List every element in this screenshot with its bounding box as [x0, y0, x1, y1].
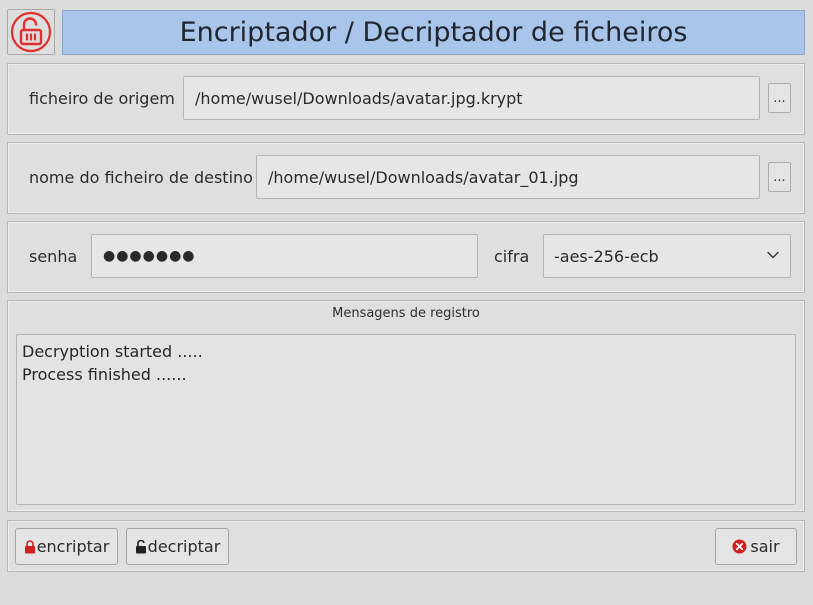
lock-icon: [24, 539, 35, 553]
decrypt-label: decriptar: [147, 537, 221, 556]
source-file-input[interactable]: /home/wusel/Downloads/avatar.jpg.krypt: [183, 76, 760, 120]
password-label: senha: [29, 247, 78, 266]
log-line: Process finished ......: [22, 365, 187, 384]
chevron-down-icon: [767, 251, 779, 259]
decrypt-button[interactable]: decriptar: [126, 528, 229, 565]
source-browse-button[interactable]: ...: [768, 83, 791, 113]
destination-label: nome do ficheiro de destino: [29, 168, 253, 187]
quit-label: sair: [750, 537, 780, 556]
unlock-icon: [10, 11, 52, 53]
destination-file-input[interactable]: /home/wusel/Downloads/avatar_01.jpg: [256, 155, 760, 199]
log-line: Decryption started .....: [22, 342, 203, 361]
cipher-select[interactable]: -aes-256-ecb: [543, 234, 791, 278]
close-circle-icon: [732, 539, 747, 554]
unlock-icon: [135, 539, 146, 553]
log-textarea[interactable]: Decryption started ..... Process finishe…: [16, 334, 796, 505]
log-group-title: Mensagens de registro: [332, 306, 480, 321]
password-input[interactable]: ●●●●●●●: [91, 234, 478, 278]
source-label: ficheiro de origem: [29, 89, 175, 108]
encrypt-button[interactable]: encriptar: [15, 528, 118, 565]
encrypt-label: encriptar: [36, 537, 110, 556]
cipher-selected-value: -aes-256-ecb: [554, 246, 659, 266]
quit-button[interactable]: sair: [715, 528, 797, 565]
logo-button[interactable]: [7, 9, 55, 55]
destination-browse-button[interactable]: ...: [768, 162, 791, 192]
page-title: Encriptador / Decriptador de ficheiros: [62, 10, 805, 55]
cipher-label: cifra: [494, 247, 530, 266]
